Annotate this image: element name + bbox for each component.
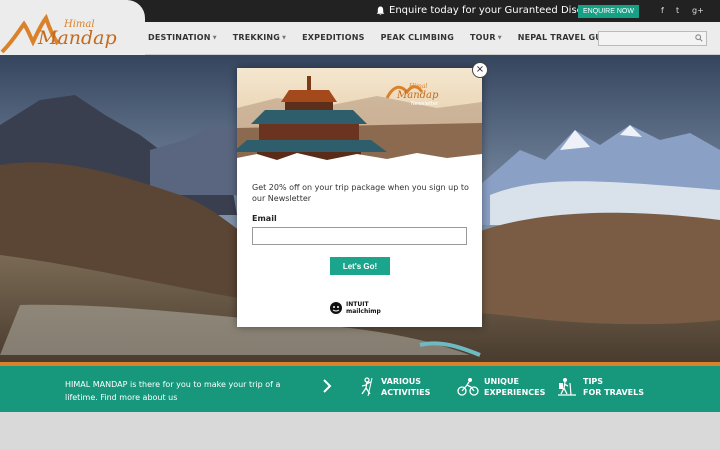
chevron-down-icon: ▼: [212, 34, 217, 41]
feature-label: UNIQUE EXPERIENCES: [484, 377, 546, 397]
modal-header-image: Himal Mandap Newsletter: [237, 68, 482, 166]
enquire-now-button[interactable]: ENQUIRE NOW: [578, 5, 639, 18]
hiker-icon: [558, 378, 576, 396]
google-plus-icon[interactable]: g+: [692, 6, 704, 15]
chevron-right-icon[interactable]: [322, 379, 332, 393]
svg-text:Mandap: Mandap: [396, 90, 439, 101]
promo-text: Enquire today for your Guranteed Discoun…: [389, 5, 609, 16]
mailchimp-wordmark: INTUIT mailchimp: [346, 301, 381, 315]
nav-peak-climbing[interactable]: PEAK CLIMBING: [381, 33, 454, 42]
email-label: Email: [252, 214, 277, 223]
svg-text:Himal: Himal: [408, 83, 427, 90]
feature-various-activities[interactable]: VARIOUS ACTIVITIES: [358, 376, 430, 398]
svg-text:Mandap: Mandap: [37, 27, 117, 49]
newsletter-modal: Himal Mandap Newsletter Get 20% off on y…: [237, 68, 482, 327]
email-field[interactable]: [252, 227, 467, 245]
twitter-icon[interactable]: t: [676, 6, 679, 15]
newsletter-description: Get 20% off on your trip package when yo…: [252, 183, 469, 203]
himal-mandap-logo[interactable]: Himal Mandap: [0, 6, 140, 56]
chevron-down-icon: ▼: [282, 34, 287, 41]
search-input[interactable]: [598, 31, 707, 46]
svg-text:Newsletter: Newsletter: [411, 101, 439, 107]
mailchimp-icon: [330, 302, 342, 314]
nav-tour[interactable]: TOUR ▼: [470, 33, 502, 42]
close-modal-button[interactable]: ×: [472, 62, 488, 78]
bell-icon: [376, 6, 385, 15]
feature-unique-experiences[interactable]: UNIQUE EXPERIENCES: [457, 376, 545, 398]
cyclist-icon: [457, 378, 479, 396]
main-nav: DESTINATION ▼ TREKKING ▼ EXPEDITIONS PEAK …: [148, 33, 634, 42]
nav-trekking[interactable]: TREKKING ▼: [233, 33, 286, 42]
lets-go-button[interactable]: Let's Go!: [330, 257, 390, 275]
about-text[interactable]: HIMAL MANDAP is there for you to make yo…: [65, 378, 305, 404]
promo-message: Enquire today for your Guranteed Discoun…: [376, 5, 608, 16]
chevron-down-icon: ▼: [497, 34, 502, 41]
nav-destination[interactable]: DESTINATION ▼: [148, 33, 217, 42]
climber-icon: [361, 377, 373, 397]
feature-label: VARIOUS ACTIVITIES: [381, 377, 431, 397]
mailchimp-logo[interactable]: INTUIT mailchimp: [329, 301, 381, 315]
search-icon[interactable]: [695, 34, 703, 42]
feature-label: TIPS FOR TRAVELS: [583, 377, 644, 397]
facebook-icon[interactable]: f: [661, 6, 664, 15]
feature-tips-for-travels[interactable]: TIPS FOR TRAVELS: [556, 376, 644, 398]
nav-expeditions[interactable]: EXPEDITIONS: [302, 33, 364, 42]
